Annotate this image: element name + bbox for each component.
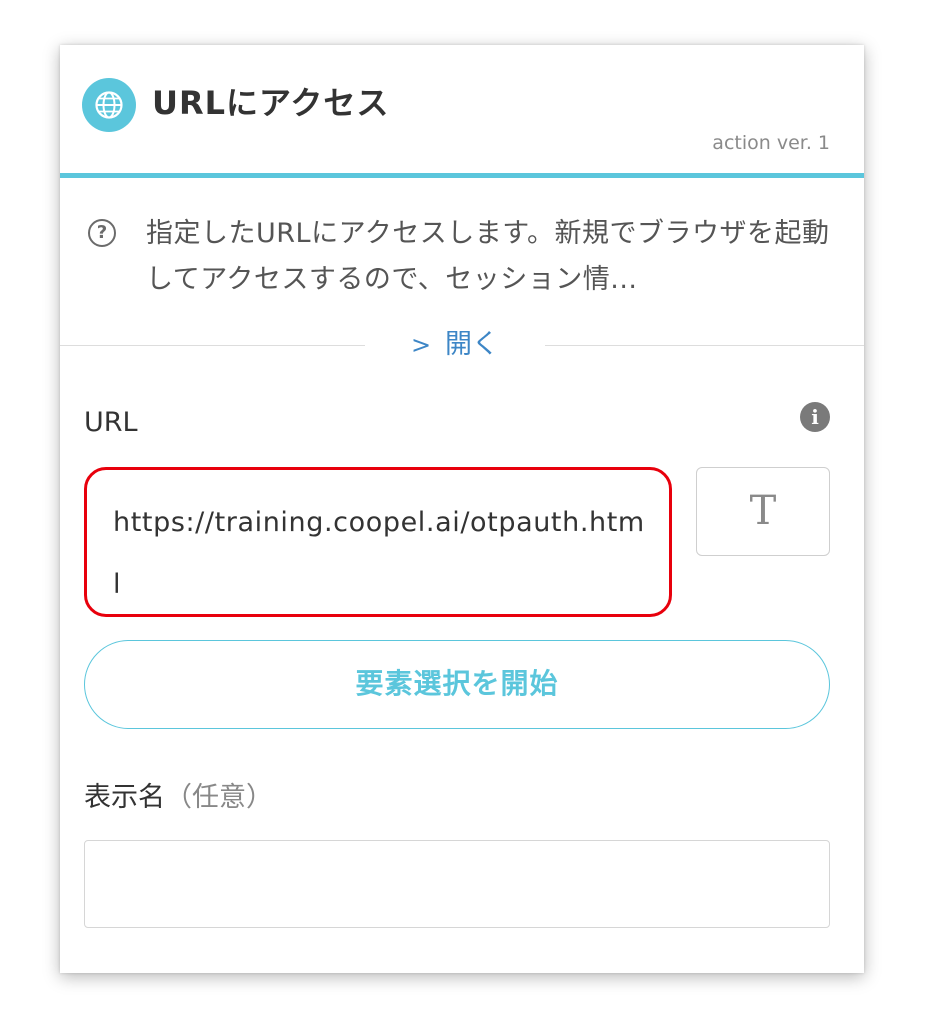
globe-icon — [82, 78, 136, 132]
start-element-selection-button[interactable]: 要素選択を開始 — [84, 640, 830, 729]
display-name-label: 表示名（任意） — [84, 780, 273, 816]
display-name-label-text: 表示名 — [84, 782, 165, 813]
chevron-right-icon: > — [410, 331, 432, 359]
display-name-input[interactable] — [84, 840, 830, 928]
optional-label: （任意） — [165, 782, 273, 813]
header-accent-line — [60, 173, 864, 178]
url-input[interactable]: https://training.coopel.ai/otpauth.html — [84, 467, 672, 617]
info-icon[interactable]: i — [800, 402, 830, 432]
text-mode-button[interactable]: T — [696, 467, 830, 556]
action-version: action ver. 1 — [712, 132, 830, 154]
panel-title: URLにアクセス — [152, 84, 390, 122]
action-description: 指定したURLにアクセスします。新規でブラウザを起動してアクセスするので、セッシ… — [146, 218, 830, 295]
url-label: URL — [84, 407, 138, 438]
panel-header: URLにアクセス action ver. 1 — [60, 45, 864, 173]
help-circle-icon: ? — [88, 219, 116, 247]
expand-label: 開く — [445, 329, 500, 360]
expand-description-button[interactable]: > 開く — [365, 325, 545, 365]
action-panel: URLにアクセス action ver. 1 ? 指定したURLにアクセスします… — [60, 45, 864, 973]
